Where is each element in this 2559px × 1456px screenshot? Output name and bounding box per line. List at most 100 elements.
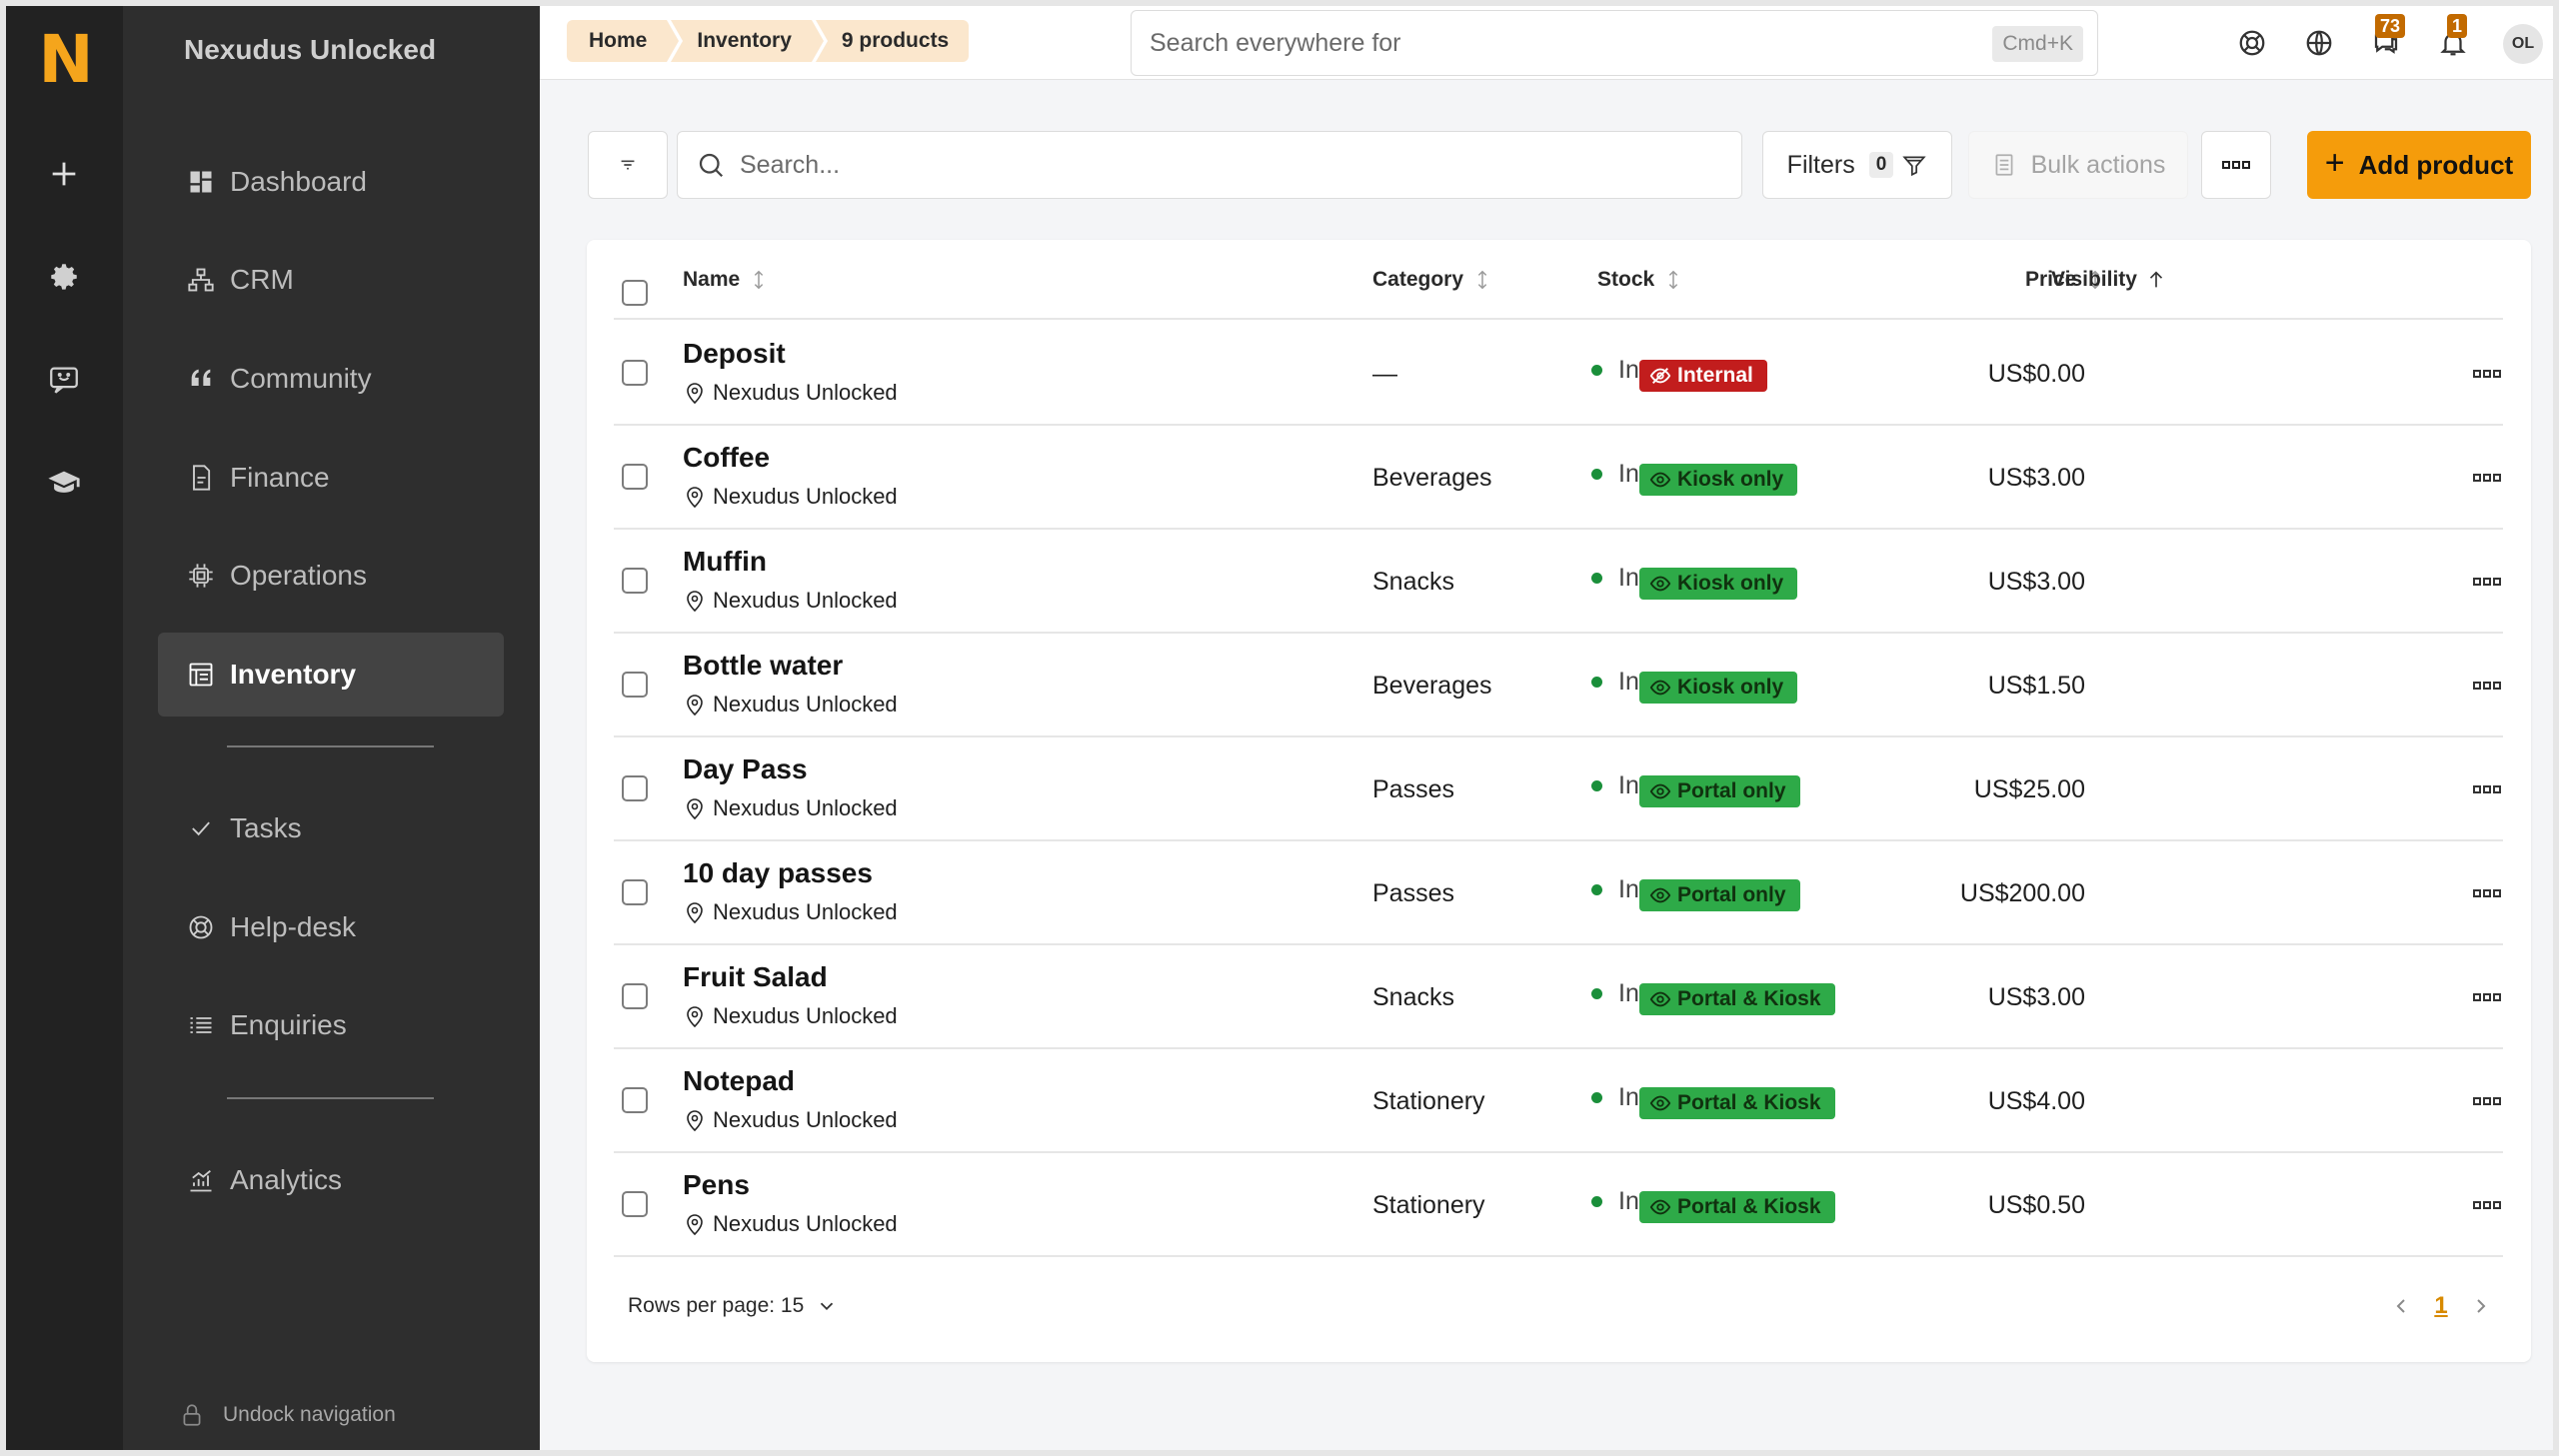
nexudus-logo[interactable]: N [38,27,94,93]
select-all-checkbox[interactable] [622,280,648,306]
plus-icon: + [2324,143,2345,182]
row-actions-button[interactable] [2470,466,2504,490]
row-actions-button[interactable] [2470,570,2504,594]
product-name[interactable]: Day Pass [683,753,808,785]
sidebar: Nexudus Unlocked Dashboard CRM Community… [123,6,540,1450]
table-row[interactable]: 10 day passesNexudus UnlockedPassesIn st… [614,841,2503,945]
sidebar-item-label: Finance [230,462,330,493]
workspace-title: Nexudus Unlocked [184,34,437,65]
visibility-badge: Portal & Kiosk [1639,983,1835,1015]
row-checkbox[interactable] [622,360,648,386]
row-checkbox[interactable] [622,672,648,698]
previous-page-button[interactable] [2386,1289,2416,1323]
visibility-label: Portal & Kiosk [1677,1091,1821,1114]
location-label: Nexudus Unlocked [713,484,898,509]
row-checkbox[interactable] [622,464,648,490]
column-header-category[interactable]: Category [1372,268,1493,292]
product-name[interactable]: Muffin [683,546,767,578]
avatar[interactable]: OL [2503,24,2543,64]
row-checkbox[interactable] [622,1087,648,1113]
stock-dot-icon [1591,469,1602,480]
row-checkbox[interactable] [622,879,648,905]
sidebar-item-crm[interactable]: CRM [158,238,504,322]
row-actions-button[interactable] [2470,777,2504,801]
sidebar-item-finance[interactable]: Finance [158,436,504,520]
eye-icon [1649,783,1671,799]
plus-icon[interactable] [36,146,92,202]
page-number-current[interactable]: 1 [2426,1289,2456,1323]
filters-count-badge: 0 [1868,152,1894,178]
product-name[interactable]: Bottle water [683,650,843,682]
table-row[interactable]: MuffinNexudus UnlockedSnacksIn stockUS$3… [614,530,2503,634]
product-name[interactable]: Pens [683,1169,750,1201]
table-row[interactable]: NotepadNexudus UnlockedStationeryIn stoc… [614,1049,2503,1153]
gear-icon[interactable] [36,249,92,305]
more-options-button[interactable] [2201,131,2271,199]
product-category: Beverages [1372,672,1492,700]
sidebar-item-help-desk[interactable]: Help-desk [158,885,504,969]
funnel-icon [1902,156,1926,177]
sidebar-item-enquiries[interactable]: Enquiries [158,983,504,1067]
column-header-stock[interactable]: Stock [1597,268,1684,292]
lifebuoy-icon[interactable] [2233,24,2271,62]
search-field[interactable] [740,150,1639,180]
row-actions-button[interactable] [2470,1089,2504,1113]
product-location: Nexudus Unlocked [683,692,898,718]
product-name[interactable]: 10 day passes [683,857,873,889]
visibility-label: Portal & Kiosk [1677,987,1821,1010]
table-row[interactable]: PensNexudus UnlockedStationeryIn stockUS… [614,1153,2503,1257]
row-checkbox[interactable] [622,568,648,594]
add-product-button[interactable]: + Add product [2307,131,2531,199]
product-name[interactable]: Fruit Salad [683,961,828,993]
sidebar-item-community[interactable]: Community [158,337,504,421]
row-actions-button[interactable] [2470,362,2504,386]
row-actions-button[interactable] [2470,881,2504,905]
row-actions-button[interactable] [2470,674,2504,698]
lifebuoy-icon [186,912,216,942]
product-name[interactable]: Deposit [683,338,786,370]
sidebar-item-operations[interactable]: Operations [158,534,504,618]
product-name[interactable]: Notepad [683,1065,795,1097]
filters-button[interactable]: Filters 0 [1762,131,1952,199]
column-header-name[interactable]: Name [683,268,770,292]
table-row[interactable]: Day PassNexudus UnlockedPassesIn stockUS… [614,737,2503,841]
main-content: Home Inventory 9 products Search everywh… [540,6,2553,1450]
breadcrumb-home[interactable]: Home [567,20,684,62]
sidebar-item-tasks[interactable]: Tasks [158,786,504,870]
breadcrumb: Home Inventory 9 products [567,20,970,62]
eye-icon [1649,991,1671,1007]
row-actions-button[interactable] [2470,985,2504,1009]
breadcrumb-inventory[interactable]: Inventory [671,20,828,62]
bulk-actions-button[interactable]: Bulk actions [1968,131,2188,199]
table-row[interactable]: DepositNexudus Unlocked—In stockUS$0.00I… [614,322,2503,426]
breadcrumb-product-count: 9 products [815,20,970,62]
column-header-visibility[interactable]: Visibility [2051,268,2167,292]
product-search-input[interactable] [677,131,1742,199]
table-row[interactable]: Fruit SaladNexudus UnlockedSnacksIn stoc… [614,945,2503,1049]
row-actions-button[interactable] [2470,1193,2504,1217]
table-row[interactable]: Bottle water Nexudus Unlocked Beverages In … [614,634,2503,737]
view-options-button[interactable] [588,131,668,199]
sort-icon [755,270,764,290]
product-category: Beverages [1372,464,1492,492]
graduation-cap-icon[interactable] [36,455,92,511]
row-checkbox[interactable] [622,1191,648,1217]
search-icon [699,153,724,178]
sidebar-item-dashboard[interactable]: Dashboard [158,140,504,224]
chat-feedback-icon[interactable] [36,352,92,408]
product-name[interactable]: Coffee [683,442,770,474]
rows-per-page-select[interactable]: Rows per page: 15 [628,1294,838,1318]
next-page-button[interactable] [2466,1289,2496,1323]
product-price: US$3.00 [1987,568,2085,596]
product-location: Nexudus Unlocked [683,1003,898,1029]
table-row[interactable]: CoffeeNexudus UnlockedBeveragesIn stockU… [614,426,2503,530]
sidebar-item-analytics[interactable]: Analytics [158,1138,504,1222]
sidebar-item-inventory[interactable]: Inventory [158,633,504,717]
global-search-input[interactable]: Search everywhere for Cmd+K [1131,10,2098,76]
row-checkbox[interactable] [622,775,648,801]
globe-icon[interactable] [2300,24,2338,62]
undock-navigation-button[interactable]: Undock navigation [179,1395,396,1435]
product-category: Passes [1372,775,1454,803]
row-checkbox[interactable] [622,983,648,1009]
product-location: Nexudus Unlocked [683,1107,898,1133]
